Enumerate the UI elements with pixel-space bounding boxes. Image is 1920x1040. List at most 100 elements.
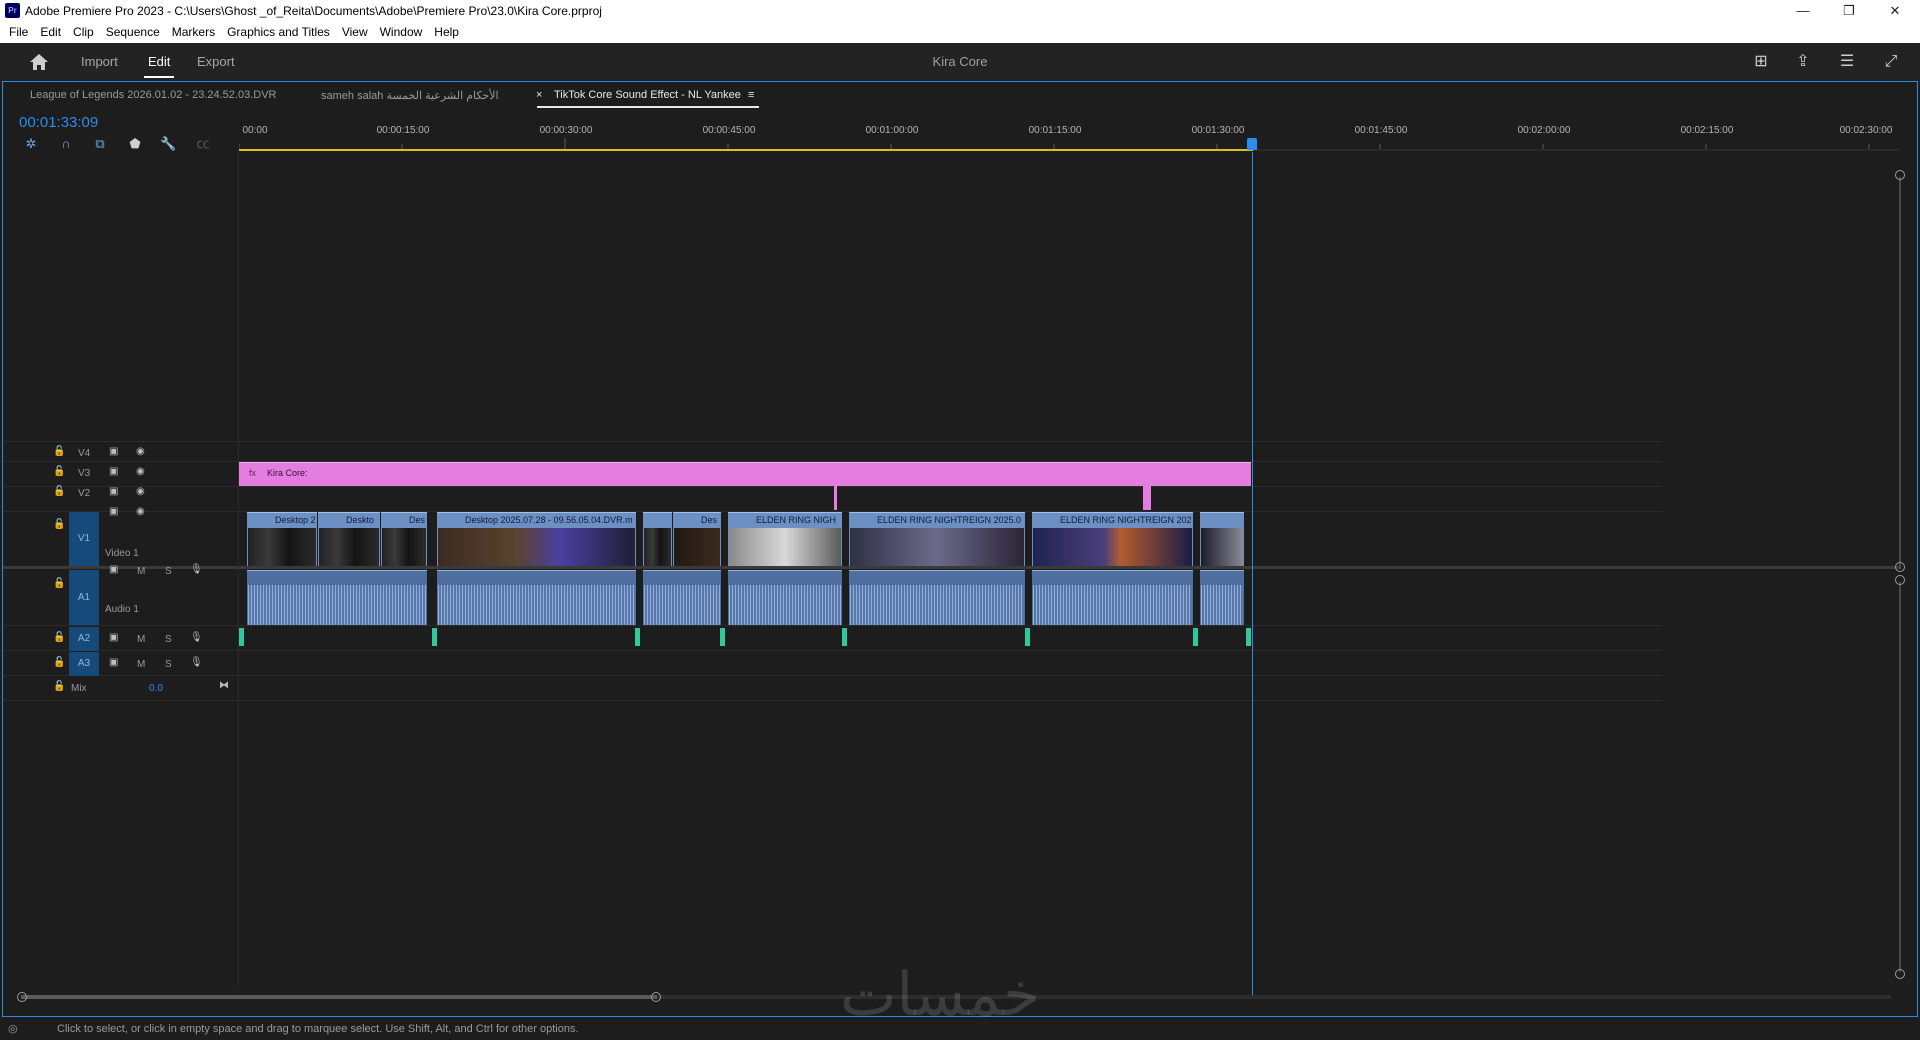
timeline-track-area[interactable]: fx Kira Core: Desktop 2 Deskto Des Deskt… [3, 152, 1899, 987]
playhead-line[interactable] [1252, 152, 1253, 997]
audio-clip[interactable] [849, 570, 1025, 625]
scroll-handle[interactable] [1895, 969, 1905, 979]
audio-clip[interactable] [247, 570, 427, 625]
clip-thumbnail [248, 528, 316, 566]
panel-menu-icon[interactable]: ≡ [748, 89, 754, 101]
lock-icon[interactable]: 🔓 [53, 578, 65, 589]
mute-button[interactable]: M [137, 634, 145, 645]
audio-vertical-scrollbar[interactable] [1899, 582, 1901, 972]
fullscreen-icon[interactable]: ⤢ [1880, 51, 1902, 73]
audio-transition-marker[interactable] [432, 628, 437, 646]
eye-icon[interactable]: ◉ [136, 506, 145, 517]
sync-lock-icon[interactable]: ▣ [109, 486, 118, 497]
v2-clip[interactable] [1143, 486, 1151, 510]
audio-clip[interactable] [643, 570, 721, 625]
horizontal-scroll-thumb[interactable] [21, 995, 657, 999]
audio-clip[interactable] [1200, 570, 1244, 625]
video-clip[interactable]: ELDEN RING NIGHTREIGN 202 [1032, 512, 1193, 566]
sync-lock-icon[interactable]: ▣ [109, 632, 118, 643]
video-clip[interactable]: ELDEN RING NIGHTREIGN 2025.0 [849, 512, 1025, 566]
ruler-label: 00:00:15:00 [376, 125, 430, 136]
solo-button[interactable]: S [165, 634, 172, 645]
menu-graphics-and-titles[interactable]: Graphics and Titles [221, 22, 336, 43]
sync-lock-icon[interactable]: ▣ [109, 564, 118, 575]
mix-value[interactable]: 0.0 [149, 683, 163, 694]
sequence-tab-sameh[interactable]: sameh salah الأحكام الشرعية الخمسة [321, 89, 499, 102]
minimize-button[interactable]: — [1780, 0, 1826, 22]
zoom-handle-left[interactable] [17, 992, 27, 1002]
audio-transition-marker[interactable] [842, 628, 847, 646]
menu-markers[interactable]: Markers [166, 22, 221, 43]
video-audio-divider[interactable] [3, 566, 1899, 569]
microphone-icon[interactable]: 🎙 [190, 657, 203, 668]
close-window-button[interactable]: ✕ [1872, 0, 1918, 22]
microphone-icon[interactable]: 🎙 [190, 632, 203, 643]
menu-file[interactable]: File [3, 22, 34, 43]
mix-expand-icon[interactable]: ⧓ [219, 680, 229, 691]
video-clip[interactable]: Desktop 2025.07.28 - 09.56.05.04.DVR.m [437, 512, 636, 566]
video-vertical-scrollbar[interactable] [1899, 177, 1901, 569]
audio-transition-marker[interactable] [635, 628, 640, 646]
lock-icon[interactable]: 🔓 [53, 486, 65, 497]
video-clip[interactable]: Des [673, 512, 721, 566]
share-icon[interactable]: ⇪ [1792, 51, 1814, 73]
window-titlebar: Pr Adobe Premiere Pro 2023 - C:\Users\Gh… [0, 0, 1920, 22]
lock-icon[interactable]: 🔓 [53, 446, 65, 457]
source-patch-a2[interactable]: A2 [69, 627, 99, 651]
close-tab-icon[interactable]: × [536, 89, 542, 101]
time-ruler[interactable]: 00:00 00:00:15:00 00:00:30:00 00:00:45:0… [239, 122, 1899, 152]
work-area-bar[interactable] [239, 149, 1899, 151]
audio-transition-marker[interactable] [1246, 628, 1251, 646]
audio-transition-marker[interactable] [720, 628, 725, 646]
menu-window[interactable]: Window [374, 22, 429, 43]
source-patch-v1[interactable]: V1 [69, 512, 99, 566]
eye-icon[interactable]: ◉ [136, 486, 145, 497]
video-clip[interactable] [1200, 512, 1244, 566]
audio-transition-marker[interactable] [1193, 628, 1198, 646]
scroll-handle[interactable] [1895, 575, 1905, 585]
audio-transition-marker[interactable] [1025, 628, 1030, 646]
audio-clip[interactable] [437, 570, 636, 625]
solo-button[interactable]: S [165, 566, 172, 577]
video-clip[interactable] [643, 512, 672, 566]
menu-view[interactable]: View [336, 22, 374, 43]
sync-lock-icon[interactable]: ▣ [109, 466, 118, 477]
source-patch-a1[interactable]: A1 [69, 570, 99, 625]
lock-icon[interactable]: 🔓 [53, 632, 65, 643]
sync-lock-icon[interactable]: ▣ [109, 446, 118, 457]
playhead-handle[interactable] [1247, 138, 1257, 150]
sync-lock-icon[interactable]: ▣ [109, 657, 118, 668]
lock-icon[interactable]: 🔓 [53, 657, 65, 668]
quick-export-icon[interactable]: ⊞ [1750, 51, 1772, 73]
lock-icon[interactable]: 🔓 [53, 681, 65, 692]
scroll-handle[interactable] [1895, 170, 1905, 180]
sync-lock-icon[interactable]: ▣ [109, 506, 118, 517]
scroll-handle[interactable] [1895, 562, 1905, 572]
menu-edit[interactable]: Edit [34, 22, 67, 43]
audio-clip[interactable] [728, 570, 842, 625]
menu-sequence[interactable]: Sequence [100, 22, 166, 43]
video-clip[interactable]: Desktop 2 [247, 512, 317, 566]
lock-icon[interactable]: 🔓 [53, 466, 65, 477]
video-clip[interactable]: Deskto [318, 512, 380, 566]
workspaces-icon[interactable]: ☰ [1836, 51, 1858, 73]
sequence-tab-tiktok[interactable]: TikTok Core Sound Effect - NL Yankee [554, 89, 741, 101]
eye-icon[interactable]: ◉ [136, 446, 145, 457]
audio-clip[interactable] [1032, 570, 1193, 625]
menu-help[interactable]: Help [428, 22, 465, 43]
adjustment-layer-clip[interactable]: fx Kira Core: [239, 462, 1251, 486]
solo-button[interactable]: S [165, 659, 172, 670]
menu-clip[interactable]: Clip [67, 22, 100, 43]
video-clip[interactable]: ELDEN RING NIGH [728, 512, 842, 566]
v2-clip[interactable] [834, 486, 837, 510]
video-clip[interactable]: Des [381, 512, 427, 566]
lock-icon[interactable]: 🔓 [53, 519, 65, 530]
microphone-icon[interactable]: 🎙 [190, 564, 203, 575]
zoom-handle-right[interactable] [651, 992, 661, 1002]
audio-transition-marker[interactable] [239, 628, 244, 646]
eye-icon[interactable]: ◉ [136, 466, 145, 477]
mute-button[interactable]: M [137, 659, 145, 670]
source-patch-a3[interactable]: A3 [69, 652, 99, 676]
restore-button[interactable]: ❐ [1826, 0, 1872, 22]
mute-button[interactable]: M [137, 566, 145, 577]
